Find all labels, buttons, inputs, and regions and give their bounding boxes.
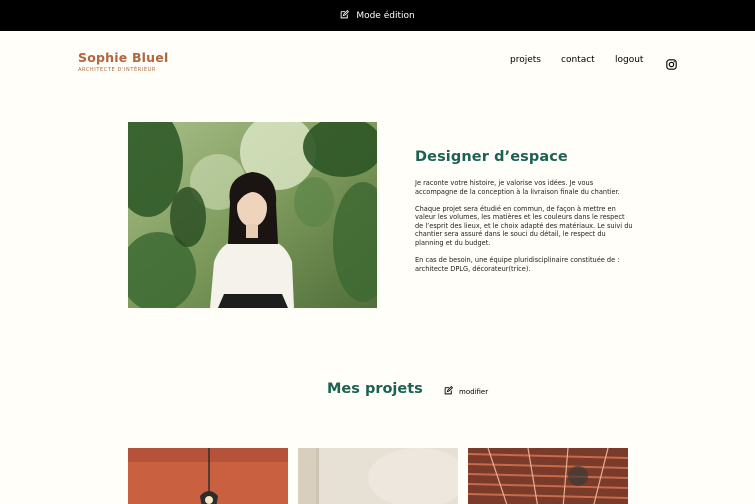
modifier-label: modifier [459, 387, 489, 396]
projects-header: Mes projets modifier [0, 381, 755, 401]
nav-item-projets[interactable]: projets [510, 55, 541, 65]
instagram-icon[interactable] [666, 55, 677, 70]
architect-portrait-photo [128, 122, 377, 308]
edit-icon [444, 385, 454, 397]
nav-item-logout[interactable]: logout [615, 55, 643, 65]
project-thumbnail[interactable] [468, 448, 628, 504]
intro-section: Designer d’espace Je raconte votre histo… [415, 149, 633, 273]
project-thumbnail[interactable] [128, 448, 288, 504]
project-thumbnail[interactable] [298, 448, 458, 504]
edit-icon [340, 9, 350, 22]
main-nav: projets contact logout [0, 55, 755, 70]
projects-title: Mes projets [327, 381, 423, 397]
intro-title: Designer d’espace [415, 149, 568, 165]
edit-mode-label: Mode édition [356, 10, 415, 21]
edit-mode-bar: Mode édition [0, 0, 755, 31]
modifier-button[interactable]: modifier [444, 385, 489, 397]
intro-paragraph: Chaque projet sera étudié en commun, de … [415, 204, 633, 248]
intro-paragraph: En cas de besoin, une équipe pluridiscip… [415, 256, 620, 273]
intro-paragraph: Je raconte votre histoire, je valorise v… [415, 179, 620, 196]
nav-item-contact[interactable]: contact [561, 55, 595, 65]
